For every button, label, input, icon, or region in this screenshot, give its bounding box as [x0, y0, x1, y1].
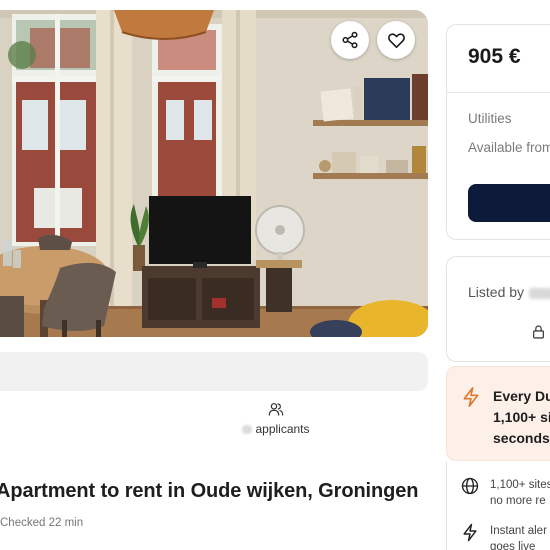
features-card: 1,100+ sites no more re Instant aler goe… [446, 461, 550, 550]
share-button[interactable] [331, 21, 369, 59]
globe-icon [461, 477, 479, 495]
feature-line-1: 1,100+ sites [490, 479, 550, 491]
listing-title: Apartment to rent in Oude wijken, Gronin… [0, 480, 419, 502]
last-checked-text: Checked 22 min [0, 517, 84, 529]
applicants-count-redacted [242, 425, 253, 435]
applicants-label: applicants [255, 422, 310, 436]
feature-line-2: no more re [490, 495, 546, 507]
primary-action-button[interactable] [468, 184, 550, 222]
room-photo-image [0, 10, 428, 337]
heart-icon [387, 32, 405, 48]
lightning-icon [463, 523, 477, 542]
utilities-label: Utilities [468, 111, 512, 126]
promo-line-3: seconds. [493, 430, 550, 446]
price-card: 905 € Utilities Available from [446, 24, 550, 240]
lightning-icon [463, 387, 479, 407]
promo-line-1: Every Du [493, 388, 550, 404]
listed-by-card: Listed by [446, 256, 550, 362]
share-icon [342, 31, 358, 49]
listing-photo[interactable] [0, 10, 428, 337]
promo-line-2: 1,100+ si [493, 409, 550, 425]
price-divider [447, 92, 550, 93]
listed-by-row: Listed by [468, 284, 550, 300]
lock-icon [533, 325, 544, 339]
applicants-stat: applicants [236, 402, 316, 436]
users-icon [268, 403, 284, 416]
available-from-label: Available from [468, 140, 550, 155]
promo-text: Every Du 1,100+ si seconds. [493, 386, 550, 449]
section-tab-strip[interactable] [0, 352, 428, 391]
promo-card[interactable]: Every Du 1,100+ si seconds. [446, 366, 550, 461]
listed-by-label: Listed by [468, 284, 525, 300]
feature-line-2: goes live [490, 541, 536, 550]
feature-line-1: Instant aler [490, 525, 547, 537]
price-value: 905 € [468, 45, 521, 68]
feature-text: 1,100+ sites no more re [490, 477, 550, 509]
lister-name-redacted [529, 287, 550, 299]
feature-text: Instant aler goes live [490, 523, 547, 550]
favorite-button[interactable] [377, 21, 415, 59]
